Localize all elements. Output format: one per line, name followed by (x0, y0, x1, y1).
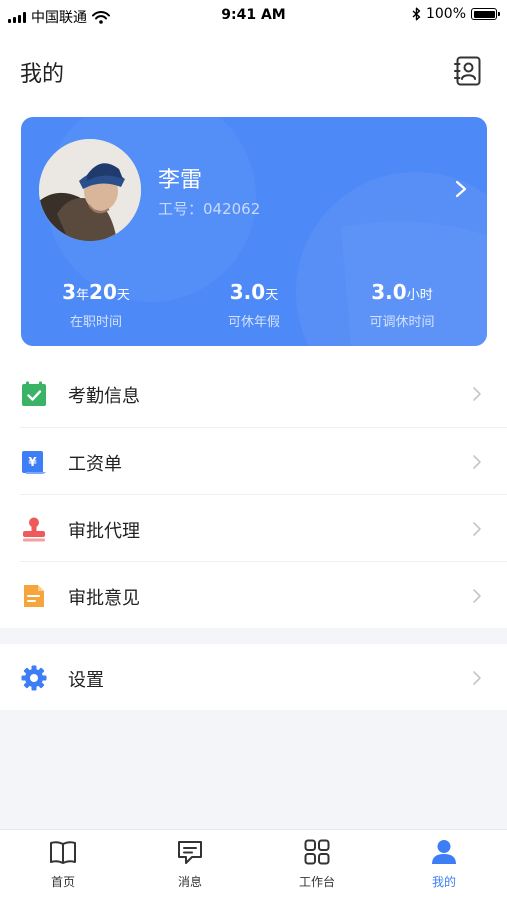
stamp-icon (23, 517, 45, 542)
stat-tenure-label: 在职时间 (69, 315, 122, 330)
battery-icon (471, 8, 500, 20)
user-name: 李雷 (158, 168, 203, 193)
avatar[interactable] (39, 139, 141, 241)
tab-home-label: 首页 (50, 875, 75, 889)
user-avatar (39, 139, 141, 241)
employee-id: 工号：042062 (158, 200, 261, 218)
tab-workbench-label: 工作台 (298, 875, 335, 889)
status-bar-right: 100% (412, 6, 500, 22)
stat-compensatory-leave-label: 可调休时间 (369, 315, 435, 330)
contact-card-icon (454, 56, 481, 86)
book-icon (50, 841, 76, 864)
menu-item-approval-proxy-label: 审批代理 (68, 521, 140, 542)
menu-item-settings-label: 设置 (68, 670, 104, 691)
document-note-icon (24, 585, 44, 607)
chevron-right-icon (473, 522, 481, 536)
page-title: 我的 (20, 62, 65, 87)
menu-item-attendance[interactable]: 考勤信息 (0, 360, 507, 427)
stat-annual-leave: 3.0天 可休年假 (179, 280, 329, 330)
stat-compensatory-leave: 3.0小时 可调休时间 (327, 280, 477, 330)
chevron-right-icon (473, 671, 481, 685)
stat-compensatory-leave-value: 3.0小时 (371, 280, 433, 304)
tab-bar: 首页 消息 工作台 我的 (0, 829, 507, 901)
stat-tenure-value: 3年20天 (62, 280, 130, 304)
chevron-right-icon (473, 589, 481, 603)
settings-section: 设置 (0, 644, 507, 710)
tab-messages-label: 消息 (177, 875, 202, 889)
tab-home[interactable]: 首页 (0, 830, 126, 901)
menu-item-approval-comments[interactable]: 审批意见 (0, 562, 507, 629)
message-icon (178, 841, 202, 864)
svg-text:¥: ¥ (28, 455, 37, 469)
menu-item-payslip-label: 工资单 (68, 454, 122, 475)
menu-item-settings[interactable]: 设置 (0, 644, 507, 711)
gear-icon (21, 665, 47, 691)
tab-profile-label: 我的 (431, 875, 456, 889)
tab-messages[interactable]: 消息 (127, 830, 253, 901)
stat-tenure: 3年20天 在职时间 (21, 280, 171, 330)
status-bar: 中国联通 9:41 AM 100% (0, 0, 507, 30)
menu-item-approval-comments-label: 审批意见 (68, 588, 140, 609)
person-icon (432, 840, 456, 864)
tab-profile[interactable]: 我的 (381, 830, 507, 901)
grid-icon (304, 839, 330, 865)
stat-annual-leave-label: 可休年假 (227, 315, 280, 330)
bluetooth-icon (412, 7, 421, 21)
contact-card-button[interactable] (453, 55, 483, 87)
menu-item-payslip[interactable]: ¥ 工资单 (0, 428, 507, 495)
stat-annual-leave-value: 3.0天 (229, 280, 279, 304)
battery-percent: 100% (425, 6, 466, 22)
calendar-check-icon (22, 381, 46, 406)
tab-workbench[interactable]: 工作台 (254, 830, 380, 901)
chevron-right-icon (473, 387, 481, 401)
chevron-right-icon[interactable] (451, 177, 471, 201)
menu-item-approval-proxy[interactable]: 审批代理 (0, 495, 507, 562)
salary-slip-icon: ¥ (22, 451, 46, 474)
section-gap (0, 628, 507, 644)
menu-item-attendance-label: 考勤信息 (68, 386, 140, 407)
profile-card[interactable]: 李雷 工号：042062 3年20天 在职时间 3.0天 可休年假 3.0小时 … (21, 117, 487, 346)
chevron-right-icon (473, 455, 481, 469)
